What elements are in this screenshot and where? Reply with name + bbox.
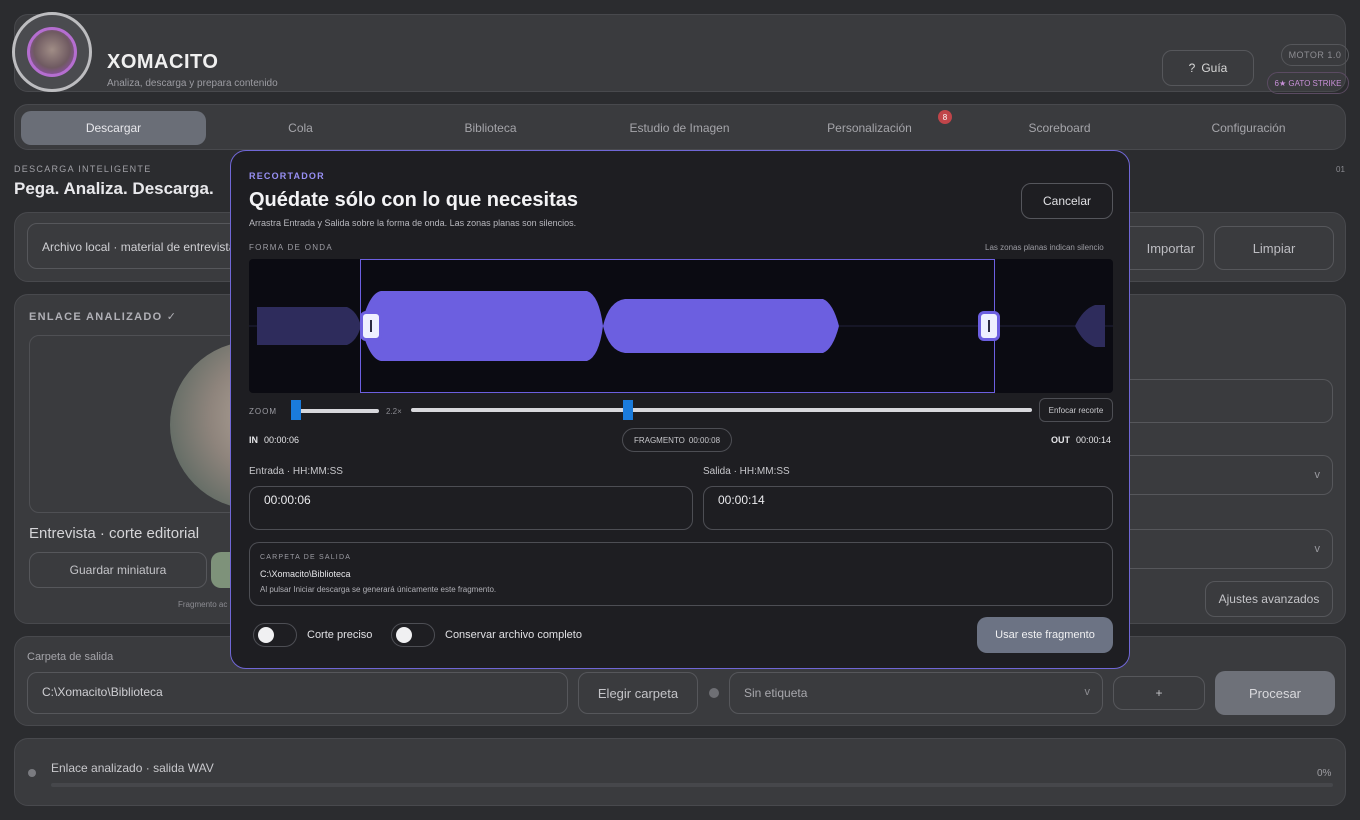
modal-subtitle: Arrastra Entrada y Salida sobre la forma… bbox=[249, 218, 577, 228]
folder-box-label: CARPETA DE SALIDA bbox=[260, 554, 352, 561]
folder-box-path: C:\Xomacito\Biblioteca bbox=[260, 569, 351, 579]
out-readout: OUT 00:00:14 bbox=[1051, 435, 1111, 445]
out-handle[interactable] bbox=[978, 311, 1000, 341]
trimmer-modal: RECORTADOR Quédate sólo con lo que neces… bbox=[230, 150, 1130, 669]
focus-trim-button[interactable]: Enfocar recorte bbox=[1039, 398, 1113, 422]
out-time: 00:00:14 bbox=[1075, 435, 1111, 445]
out-label: OUT bbox=[1050, 435, 1070, 445]
fragment-duration-pill: FRAGMENTO 00:00:08 bbox=[622, 428, 732, 452]
in-readout: IN 00:00:06 bbox=[249, 435, 299, 445]
modal-eyebrow: RECORTADOR bbox=[249, 171, 325, 181]
keep-full-file-toggle[interactable] bbox=[391, 623, 435, 647]
exit-time-input[interactable]: 00:00:14 bbox=[703, 486, 1113, 530]
entry-time-input[interactable]: 00:00:06 bbox=[249, 486, 693, 530]
fragment-label: FRAGMENTO bbox=[633, 435, 685, 445]
timeline-scroll-thumb[interactable] bbox=[623, 400, 633, 420]
entry-label: Entrada · HH:MM:SS bbox=[249, 466, 343, 477]
in-label: IN bbox=[249, 435, 258, 445]
zoom-label: ZOOM bbox=[249, 407, 277, 416]
zoom-value: 2.2× bbox=[386, 407, 402, 416]
toggle-knob bbox=[396, 627, 412, 643]
waveform-hint: Las zonas planas indican silencio bbox=[985, 243, 1104, 252]
zoom-slider-thumb[interactable] bbox=[291, 400, 301, 420]
waveform[interactable] bbox=[249, 259, 1113, 393]
fragment-time: 00:00:08 bbox=[688, 435, 721, 445]
cat-avatar-icon bbox=[27, 27, 77, 77]
keep-full-file-label: Conservar archivo completo bbox=[445, 629, 582, 641]
toggle-knob bbox=[258, 627, 274, 643]
cancel-button[interactable]: Cancelar bbox=[1021, 183, 1113, 219]
in-time: 00:00:06 bbox=[264, 435, 300, 445]
app-logo bbox=[12, 12, 92, 92]
folder-box-note: Al pulsar Iniciar descarga se generará ú… bbox=[260, 585, 497, 594]
zoom-slider[interactable] bbox=[291, 409, 379, 413]
output-folder-info: CARPETA DE SALIDA C:\Xomacito\Biblioteca… bbox=[249, 542, 1113, 606]
precise-cut-toggle[interactable] bbox=[253, 623, 297, 647]
modal-title: Quédate sólo con lo que necesitas bbox=[249, 189, 578, 211]
timeline-scroll-slider[interactable] bbox=[411, 408, 1032, 412]
in-handle[interactable] bbox=[360, 311, 382, 341]
precise-cut-label: Corte preciso bbox=[307, 629, 373, 641]
exit-label: Salida · HH:MM:SS bbox=[703, 466, 790, 477]
waveform-label: FORMA DE ONDA bbox=[249, 243, 334, 252]
use-fragment-button[interactable]: Usar este fragmento bbox=[977, 617, 1113, 653]
